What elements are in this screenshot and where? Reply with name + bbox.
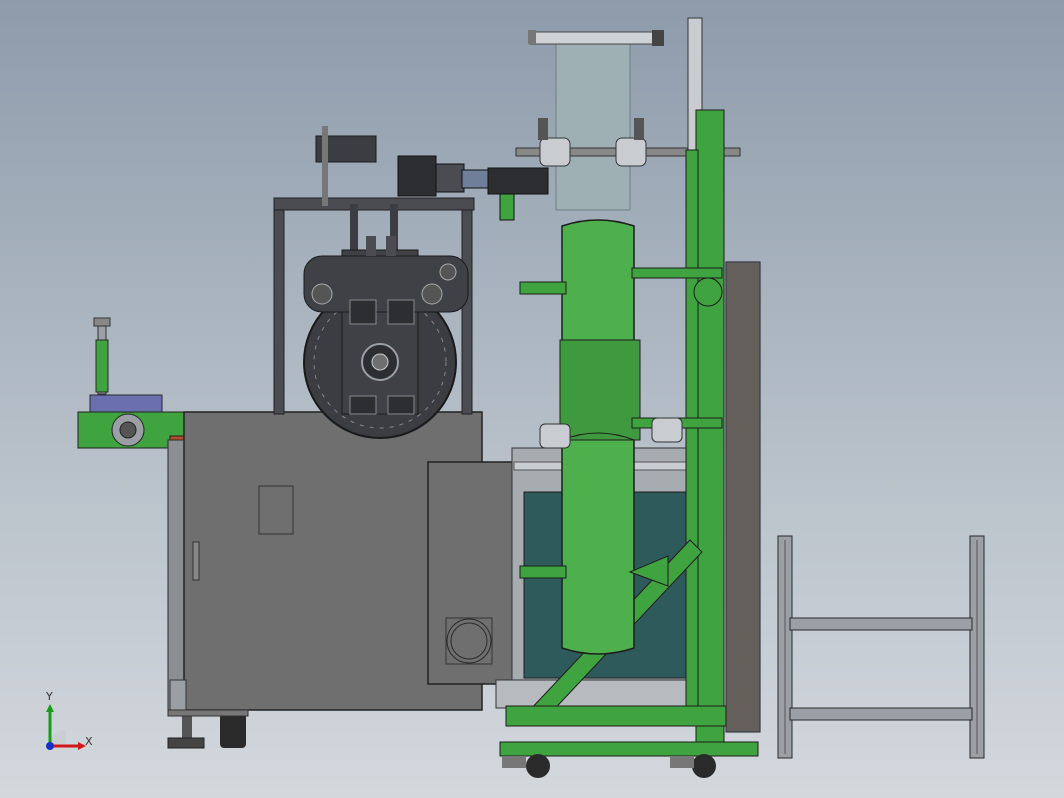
coordinate-triad: X Y — [38, 690, 98, 758]
cad-viewport[interactable]: X Y — [0, 0, 1064, 798]
machine-assembly-model[interactable] — [0, 0, 1064, 798]
rotary-head-assembly[interactable] — [273, 197, 475, 439]
triad-arrows-icon — [46, 704, 86, 750]
cabinet-feet — [167, 709, 249, 749]
outfeed-rack[interactable] — [777, 535, 985, 759]
x-axis-label: X — [85, 735, 93, 748]
front-access-panel[interactable] — [427, 461, 521, 685]
y-axis-label: Y — [46, 690, 53, 703]
